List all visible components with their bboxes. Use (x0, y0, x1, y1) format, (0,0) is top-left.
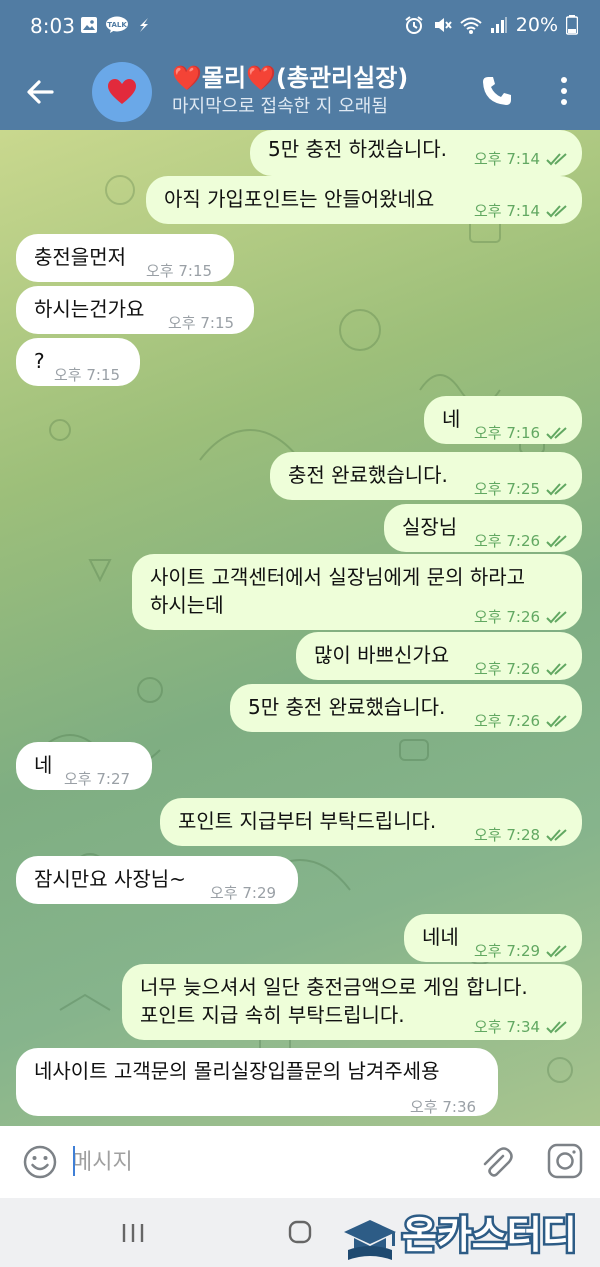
message-text: 네네 (422, 925, 459, 949)
message-time: 오후 7:29 (474, 942, 541, 960)
watermark-logo: 온카스터디 (344, 1211, 579, 1260)
double-check-icon (546, 205, 567, 218)
double-check-icon (546, 663, 567, 676)
watermark-text: 온카스터디 (402, 1213, 577, 1257)
avatar[interactable] (92, 62, 152, 122)
battery-icon (566, 15, 578, 35)
message-bubble[interactable]: 충전을먼저 오후 7:15 (16, 234, 234, 282)
svg-text:TALK: TALK (107, 21, 127, 29)
message-text: 충전을먼저 (34, 245, 126, 269)
message-time: 오후 7:26 (474, 608, 541, 626)
camera-icon[interactable] (546, 1142, 584, 1180)
mute-icon (434, 18, 452, 32)
status-time: 8:03 (30, 14, 75, 38)
status-bar: 8:03 TALK 20% (0, 0, 600, 56)
message-bubble[interactable]: ? 오후 7:15 (16, 338, 140, 386)
chat-area[interactable]: 5만 충전 하겠습니다. 오후 7:14 아직 가입포인트는 안들어왔네요 오후… (0, 130, 600, 1126)
double-check-icon (546, 611, 567, 624)
message-bubble[interactable]: 실장님 오후 7:26 (384, 504, 582, 552)
wifi-icon (460, 17, 482, 34)
message-text: 포인트 지급부터 부탁드립니다. (178, 809, 437, 833)
recent-apps-icon[interactable] (120, 1220, 146, 1246)
message-time: 오후 7:16 (474, 424, 541, 442)
message-bubble[interactable]: 네사이트 고객문의 몰리실장입플문의 남겨주세용 오후 7:36 (16, 1048, 498, 1116)
talk-icon: TALK (106, 16, 128, 33)
message-time: 오후 7:26 (474, 660, 541, 678)
message-text: 충전 완료했습니다. (288, 463, 448, 487)
message-input-bar (0, 1126, 600, 1198)
message-input[interactable] (72, 1140, 452, 1184)
more-vertical-icon[interactable] (552, 74, 576, 108)
double-check-icon (546, 829, 567, 842)
message-time: 오후 7:26 (474, 712, 541, 730)
message-bubble[interactable]: 5만 충전 완료했습니다. 오후 7:26 (230, 684, 582, 732)
text-cursor (73, 1146, 75, 1176)
message-time: 오후 7:28 (474, 826, 541, 844)
message-bubble[interactable]: 잠시만요 사장님~ 오후 7:29 (16, 856, 298, 904)
sync-icon (140, 18, 148, 32)
message-text: 5만 충전 하겠습니다. (268, 137, 447, 161)
double-check-icon (546, 427, 567, 440)
message-text: 네 (34, 753, 53, 777)
message-bubble[interactable]: 아직 가입포인트는 안들어왔네요 오후 7:14 (146, 176, 582, 224)
double-check-icon (546, 1021, 567, 1034)
message-text: 실장님 (402, 515, 458, 539)
message-bubble[interactable]: 네 오후 7:27 (16, 742, 152, 790)
battery-percent: 20% (515, 14, 558, 36)
message-time: 오후 7:36 (410, 1098, 477, 1116)
message-bubble[interactable]: 사이트 고객센터에서 실장님에게 문의 하라고 하시는데 오후 7:26 (132, 554, 582, 630)
message-bubble[interactable]: 많이 바쁘신가요 오후 7:26 (296, 632, 582, 680)
double-check-icon (546, 483, 567, 496)
chat-header: ❤️몰리❤️(총관리실장) 마지막으로 접속한 지 오래됨 (0, 56, 600, 130)
message-time: 오후 7:15 (168, 314, 235, 332)
message-text: 너무 늦으셔서 일단 충전금액으로 게임 합니다. (140, 975, 528, 999)
message-bubble[interactable]: 5만 충전 하겠습니다. 오후 7:14 (250, 130, 582, 176)
message-time: 오후 7:14 (474, 202, 541, 220)
message-time: 오후 7:26 (474, 532, 541, 550)
double-check-icon (546, 153, 567, 166)
message-text: 사이트 고객센터에서 실장님에게 문의 하라고 (150, 565, 526, 589)
message-bubble[interactable]: 네 오후 7:16 (424, 396, 582, 444)
phone-icon[interactable] (480, 74, 514, 108)
message-text: ? (34, 349, 45, 373)
message-bubble[interactable]: 하시는건가요 오후 7:15 (16, 286, 254, 334)
home-icon[interactable] (287, 1219, 313, 1245)
alarm-icon (405, 16, 423, 34)
message-text-line2: 포인트 지급 속히 부탁드립니다. (140, 1003, 405, 1027)
message-text: 네사이트 고객문의 몰리실장입플문의 남겨주세용 (34, 1059, 440, 1083)
message-time: 오후 7:25 (474, 480, 541, 498)
double-check-icon (546, 535, 567, 548)
message-time: 오후 7:34 (474, 1018, 541, 1036)
signal-icon (490, 17, 507, 33)
message-time: 오후 7:15 (54, 366, 121, 384)
paperclip-icon[interactable] (478, 1144, 514, 1180)
message-bubble[interactable]: 포인트 지급부터 부탁드립니다. 오후 7:28 (160, 798, 582, 846)
message-text: 많이 바쁘신가요 (314, 643, 450, 667)
message-time: 오후 7:27 (64, 770, 131, 788)
message-time: 오후 7:15 (146, 262, 213, 280)
gallery-icon (81, 17, 97, 33)
double-check-icon (546, 715, 567, 728)
chat-title[interactable]: ❤️몰리❤️(총관리실장) (172, 58, 422, 93)
message-text-line2: 하시는데 (150, 593, 224, 617)
message-text: 아직 가입포인트는 안들어왔네요 (164, 187, 435, 211)
system-navigation-bar: 온카스터디 (0, 1198, 600, 1267)
message-text: 잠시만요 사장님~ (34, 867, 186, 891)
message-text: 하시는건가요 (34, 297, 145, 321)
back-arrow-icon[interactable] (22, 74, 58, 110)
message-time: 오후 7:14 (474, 150, 541, 168)
message-text: 5만 충전 완료했습니다. (248, 695, 446, 719)
chat-subtitle: 마지막으로 접속한 지 오래됨 (172, 96, 388, 117)
message-bubble[interactable]: 네네 오후 7:29 (404, 914, 582, 962)
double-check-icon (546, 945, 567, 958)
emoji-icon[interactable] (22, 1144, 58, 1180)
message-bubble[interactable]: 너무 늦으셔서 일단 충전금액으로 게임 합니다. 포인트 지급 속히 부탁드립… (122, 964, 582, 1040)
heart-icon (108, 79, 136, 104)
message-text: 네 (442, 407, 461, 431)
message-bubble[interactable]: 충전 완료했습니다. 오후 7:25 (270, 452, 582, 500)
message-time: 오후 7:29 (210, 884, 277, 902)
